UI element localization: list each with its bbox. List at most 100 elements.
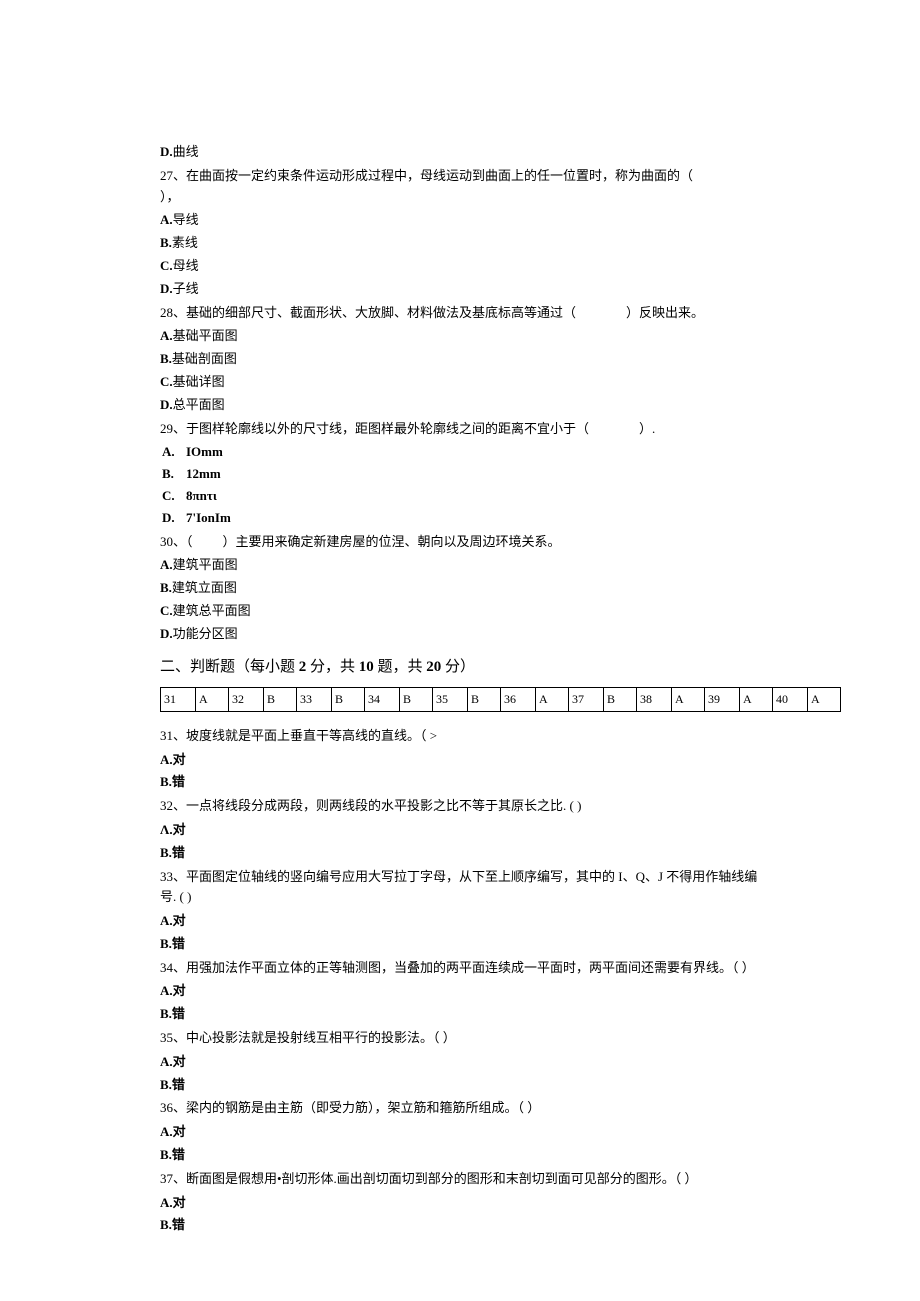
option-text: B.错 bbox=[160, 1147, 185, 1162]
option-text: A.对 bbox=[160, 1195, 186, 1210]
q35-option-a: A.对 bbox=[160, 1052, 760, 1073]
answers-row: 31 A 32 B 33 B 34 B 35 B 36 A 37 B 38 A … bbox=[161, 687, 841, 711]
q37-option-a: A.对 bbox=[160, 1193, 760, 1214]
q37-stem: 37、断面图是假想用•剖切形体.画出剖切面切到部分的图形和末剖切到面可见部分的图… bbox=[160, 1169, 760, 1190]
q28-stem-post: ）反映出来。 bbox=[626, 305, 704, 320]
q26-option-d: D.曲线 bbox=[160, 142, 760, 163]
option-text: 基础平面图 bbox=[173, 328, 238, 343]
option-text: 建筑立面图 bbox=[172, 580, 237, 595]
q32-option-a: Λ.对 bbox=[160, 820, 760, 841]
option-letter: B. bbox=[160, 580, 172, 595]
option-letter: C. bbox=[160, 603, 173, 618]
section2-mid1: 分，共 bbox=[306, 659, 359, 675]
option-text: 功能分区图 bbox=[173, 626, 238, 641]
option-letter: D. bbox=[160, 144, 173, 159]
option-text: B.错 bbox=[160, 774, 185, 789]
ans-num: 31 bbox=[161, 687, 196, 711]
ans-val: B bbox=[468, 687, 501, 711]
q30-option-b: B.建筑立面图 bbox=[160, 578, 760, 599]
option-text: 8πnτι bbox=[186, 488, 217, 503]
q34-stem: 34、用强加法作平面立体的正等轴测图，当叠加的两平面连续成一平面时，两平面间还需… bbox=[160, 958, 760, 979]
option-letter: D. bbox=[162, 508, 186, 529]
option-text: 12mm bbox=[186, 466, 221, 481]
option-letter: A. bbox=[160, 212, 173, 227]
q28-stem: 28、基础的细部尺寸、截面形状、大放脚、材料做法及基底标高等通过（）反映出来。 bbox=[160, 303, 760, 324]
option-text: A.对 bbox=[160, 752, 186, 767]
q29-option-c: C.8πnτι bbox=[160, 486, 760, 507]
section2-pre: 二、判断题（每小题 bbox=[160, 659, 299, 675]
q28-option-b: B.基础剖面图 bbox=[160, 349, 760, 370]
q34-option-b: B.错 bbox=[160, 1004, 760, 1025]
q35-stem: 35、中心投影法就是投射线互相平行的投影法。（ ） bbox=[160, 1028, 760, 1049]
q35-option-b: B.错 bbox=[160, 1075, 760, 1096]
ans-num: 40 bbox=[773, 687, 808, 711]
ans-val: A bbox=[740, 687, 773, 711]
option-letter: B. bbox=[160, 351, 172, 366]
q27-option-c: C.母线 bbox=[160, 256, 760, 277]
option-letter: D. bbox=[160, 281, 173, 296]
option-text: 7'IonIm bbox=[186, 510, 231, 525]
section2-ten: 10 bbox=[359, 659, 374, 675]
ans-num: 33 bbox=[297, 687, 332, 711]
q30-option-d: D.功能分区图 bbox=[160, 624, 760, 645]
q36-option-b: B.错 bbox=[160, 1145, 760, 1166]
ans-val: A bbox=[536, 687, 569, 711]
option-letter: C. bbox=[160, 258, 173, 273]
q33-option-a: A.对 bbox=[160, 911, 760, 932]
section2-post: 分） bbox=[441, 659, 475, 675]
q29-stem-pre: 29、于图样轮廓线以外的尺寸线，距图样最外轮廓线之间的距离不宜小于（ bbox=[160, 421, 589, 436]
q33-stem: 33、平面图定位轴线的竖向编号应用大写拉丁字母，从下至上顺序编写，其中的 I、Q… bbox=[160, 867, 760, 909]
q36-option-a: A.对 bbox=[160, 1122, 760, 1143]
option-text: B.错 bbox=[160, 1006, 185, 1021]
q34-option-a: A.对 bbox=[160, 981, 760, 1002]
q29-option-b: B.12mm bbox=[160, 464, 760, 485]
q30-option-a: A.建筑平面图 bbox=[160, 555, 760, 576]
q31-option-b: B.错 bbox=[160, 772, 760, 793]
q32-option-b: B.错 bbox=[160, 843, 760, 864]
q30-stem-pre: 30、（ bbox=[160, 534, 193, 549]
option-letter: A. bbox=[160, 557, 173, 572]
option-text: B.错 bbox=[160, 1077, 185, 1092]
ans-num: 36 bbox=[501, 687, 536, 711]
q28-option-a: A.基础平面图 bbox=[160, 326, 760, 347]
ans-val: A bbox=[672, 687, 705, 711]
option-letter: B. bbox=[162, 464, 186, 485]
option-text: Λ.对 bbox=[160, 822, 186, 837]
option-letter: D. bbox=[160, 626, 173, 641]
option-text: B.错 bbox=[160, 845, 185, 860]
ans-num: 32 bbox=[229, 687, 264, 711]
ans-num: 34 bbox=[365, 687, 400, 711]
option-text: A.对 bbox=[160, 983, 186, 998]
q28-option-d: D.总平面图 bbox=[160, 395, 760, 416]
q27-option-b: B.素线 bbox=[160, 233, 760, 254]
ans-val: A bbox=[808, 687, 841, 711]
q27-option-a: A.导线 bbox=[160, 210, 760, 231]
option-text: 总平面图 bbox=[173, 397, 225, 412]
option-text: IOmm bbox=[186, 444, 223, 459]
ans-val: B bbox=[604, 687, 637, 711]
q29-stem-post: ）. bbox=[639, 421, 655, 436]
q28-option-c: C.基础详图 bbox=[160, 372, 760, 393]
option-letter: C. bbox=[162, 486, 186, 507]
ans-num: 38 bbox=[637, 687, 672, 711]
option-letter: A. bbox=[160, 328, 173, 343]
ans-val: B bbox=[400, 687, 433, 711]
option-text: B.错 bbox=[160, 1217, 185, 1232]
q27-stem: 27、在曲面按一定约束条件运动形成过程中，母线运动到曲面上的任一位置时，称为曲面… bbox=[160, 166, 760, 208]
section2-title: 二、判断题（每小题 2 分，共 10 题，共 20 分） bbox=[160, 655, 760, 679]
q29-option-d: D.7'IonIm bbox=[160, 508, 760, 529]
option-text: 建筑平面图 bbox=[173, 557, 238, 572]
ans-num: 35 bbox=[433, 687, 468, 711]
option-text: 素线 bbox=[172, 235, 198, 250]
q30-stem: 30、（）主要用来确定新建房屋的位涅、朝向以及周边环境关系。 bbox=[160, 532, 760, 553]
q29-option-a: A.IOmm bbox=[160, 442, 760, 463]
section2-twenty: 20 bbox=[426, 659, 441, 675]
answers-table: 31 A 32 B 33 B 34 B 35 B 36 A 37 B 38 A … bbox=[160, 687, 841, 712]
q31-stem: 31、坡度线就是平面上垂直干等高线的直线。（ > bbox=[160, 726, 760, 747]
option-letter: A. bbox=[162, 442, 186, 463]
section2-mid2: 题，共 bbox=[374, 659, 427, 675]
q27-option-d: D.子线 bbox=[160, 279, 760, 300]
q27-stem-post: ）， bbox=[160, 189, 180, 204]
q27-stem-pre: 27、在曲面按一定约束条件运动形成过程中，母线运动到曲面上的任一位置时，称为曲面… bbox=[160, 168, 693, 183]
option-text: 基础详图 bbox=[173, 374, 225, 389]
